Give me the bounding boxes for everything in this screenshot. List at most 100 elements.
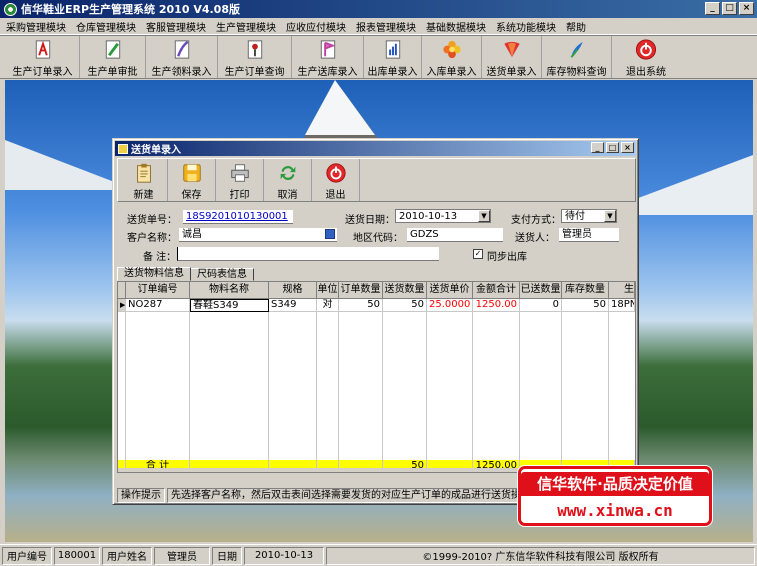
remark-field[interactable] <box>177 247 439 261</box>
cell-order-no[interactable]: NO287 <box>126 299 190 312</box>
customer-lookup-icon[interactable] <box>325 229 335 239</box>
watermark-stamp: 信华软件·品质决定价值 www.xinwa.cn <box>518 466 712 526</box>
toolbar-production-order-entry[interactable]: 生产订单录入 <box>6 36 80 78</box>
new-button[interactable]: 新建 <box>120 159 168 201</box>
tab-size-table[interactable]: 尺码表信息 <box>190 268 254 281</box>
menu-item-reports[interactable]: 报表管理模块 <box>356 19 416 34</box>
delivery-grid: 订单编号 物料名称 规格 单位 订单数量 送货数量 送货单价 金额合计 已送数量… <box>117 281 636 473</box>
dialog-minimize-button[interactable]: _ <box>591 142 604 153</box>
table-row[interactable]: ▶ NO287 春鞋S349 S349 对 50 50 25.0000 1250… <box>118 299 635 312</box>
clipboard-icon <box>136 163 151 183</box>
save-icon <box>182 164 201 182</box>
region-field[interactable]: GDZS <box>407 228 503 242</box>
flower-icon <box>442 40 461 59</box>
col-stock-qty[interactable]: 库存数量 <box>562 282 609 299</box>
delivery-no-field[interactable]: 18S9201010130001 <box>183 210 293 224</box>
chevron-down-icon[interactable]: ▼ <box>478 210 490 222</box>
chart-doc-icon <box>385 40 400 59</box>
toolbar-outbound-entry[interactable]: 出库单录入 <box>364 36 422 78</box>
tip-label: 操作提示 <box>117 487 165 503</box>
col-unit-price[interactable]: 送货单价 <box>427 282 473 299</box>
blue-brush-icon <box>570 41 583 58</box>
chevron-down-icon[interactable]: ▼ <box>604 210 616 222</box>
col-production[interactable]: 生 <box>609 282 635 299</box>
pen-doc-icon <box>105 40 120 59</box>
status-user-name: 管理员 <box>154 546 210 565</box>
menu-item-customer-service[interactable]: 客服管理模块 <box>146 19 206 34</box>
menu-item-receivable-payable[interactable]: 应收应付模块 <box>286 19 346 34</box>
menu-item-production[interactable]: 生产管理模块 <box>216 19 276 34</box>
toolbar-production-approval[interactable]: 生产单审批 <box>80 36 146 78</box>
delivery-date-picker[interactable]: 2010-10-13 ▼ <box>395 209 491 223</box>
col-order-no[interactable]: 订单编号 <box>126 282 190 299</box>
erp-app-window: 信华鞋业ERP生产管理系统 2010 V4.08版 _ □ × 采购管理模块 仓… <box>0 0 757 566</box>
status-date: 2010-10-13 <box>244 546 324 565</box>
row-pointer-icon: ▶ <box>118 299 126 312</box>
cell-spec[interactable]: S349 <box>269 299 317 312</box>
cancel-button[interactable]: 取消 <box>264 159 312 201</box>
toolbar-production-material-entry[interactable]: 生产领料录入 <box>146 36 218 78</box>
col-amount[interactable]: 金额合计 <box>473 282 520 299</box>
toolbar-inventory-query[interactable]: 库存物料查询 <box>542 36 612 78</box>
cell-unit-price[interactable]: 25.0000 <box>427 299 473 312</box>
payment-label: 支付方式： <box>511 215 561 226</box>
sync-outbound-label: 同步出库 <box>487 252 527 263</box>
col-delivery-qty[interactable]: 送货数量 <box>383 282 427 299</box>
cell-delivered-qty[interactable]: 0 <box>520 299 562 312</box>
menu-item-system[interactable]: 系统功能模块 <box>496 19 556 34</box>
toolbar-inbound-entry[interactable]: 入库单录入 <box>422 36 482 78</box>
printer-icon <box>230 164 249 182</box>
stamp-url: www.xinwa.cn <box>557 501 673 520</box>
flag-doc-icon <box>320 40 336 59</box>
cell-unit[interactable]: 对 <box>317 299 339 312</box>
grid-body-lines <box>118 312 609 462</box>
region-label: 地区代码： <box>353 233 403 244</box>
cell-material-name[interactable]: 春鞋S349 <box>190 299 269 312</box>
stamp-slogan: 信华软件·品质决定价值 <box>521 472 709 496</box>
menu-item-warehouse[interactable]: 仓库管理模块 <box>76 19 136 34</box>
close-button[interactable]: × <box>739 2 754 15</box>
cell-order-qty[interactable]: 50 <box>339 299 383 312</box>
cell-stock-qty[interactable]: 50 <box>562 299 609 312</box>
sync-outbound-checkbox[interactable]: ✓ <box>473 249 483 259</box>
tab-delivery-materials[interactable]: 送货物料信息 <box>117 267 191 281</box>
col-material-name[interactable]: 物料名称 <box>190 282 269 299</box>
dialog-toolbar: 新建 保存 打印 取消 退出 <box>117 158 636 202</box>
cell-production[interactable]: 18PN2 <box>609 299 635 312</box>
pin-doc-icon <box>247 40 262 59</box>
toolbar-production-order-query[interactable]: 生产订单查询 <box>218 36 292 78</box>
print-button[interactable]: 打印 <box>216 159 264 201</box>
col-delivered-qty[interactable]: 已送数量 <box>520 282 562 299</box>
dialog-maximize-button[interactable]: □ <box>606 142 619 153</box>
exit-button[interactable]: 退出 <box>312 159 360 201</box>
fan-icon <box>503 41 520 58</box>
delivery-no-label: 送货单号： <box>127 215 177 226</box>
col-order-qty[interactable]: 订单数量 <box>339 282 383 299</box>
customer-field[interactable]: 诚昌 <box>179 228 337 242</box>
col-spec[interactable]: 规格 <box>269 282 317 299</box>
col-unit[interactable]: 单位 <box>317 282 339 299</box>
payment-select[interactable]: 待付 ▼ <box>561 209 617 223</box>
status-user-no-label: 用户编号 <box>2 546 52 565</box>
sender-field[interactable]: 管理员 <box>559 228 619 242</box>
minimize-button[interactable]: _ <box>705 2 720 15</box>
menu-item-help[interactable]: 帮助 <box>566 19 586 34</box>
pdf-doc-icon <box>35 40 50 59</box>
toolbar-production-stock-entry[interactable]: 生产送库录入 <box>292 36 364 78</box>
delivery-form: 送货单号： 18S9201010130001 送货日期： 2010-10-13 ▼… <box>117 205 636 267</box>
toolbar-delivery-entry[interactable]: 送货单录入 <box>482 36 542 78</box>
save-button[interactable]: 保存 <box>168 159 216 201</box>
menu-item-purchase[interactable]: 采购管理模块 <box>6 19 66 34</box>
dialog-title: 送货单录入 <box>131 145 181 156</box>
cell-delivery-qty[interactable]: 50 <box>383 299 427 312</box>
menu-item-base-data[interactable]: 基础数据模块 <box>426 19 486 34</box>
dialog-icon <box>118 143 128 154</box>
app-title: 信华鞋业ERP生产管理系统 2010 V4.08版 <box>21 3 240 16</box>
dialog-close-button[interactable]: × <box>621 142 634 153</box>
toolbar-exit-system[interactable]: 退出系统 <box>612 36 680 78</box>
maximize-button[interactable]: □ <box>722 2 737 15</box>
cancel-arrows-icon <box>280 166 295 180</box>
cell-amount[interactable]: 1250.00 <box>473 299 520 312</box>
status-user-name-label: 用户姓名 <box>102 546 152 565</box>
app-logo-icon <box>4 2 17 16</box>
